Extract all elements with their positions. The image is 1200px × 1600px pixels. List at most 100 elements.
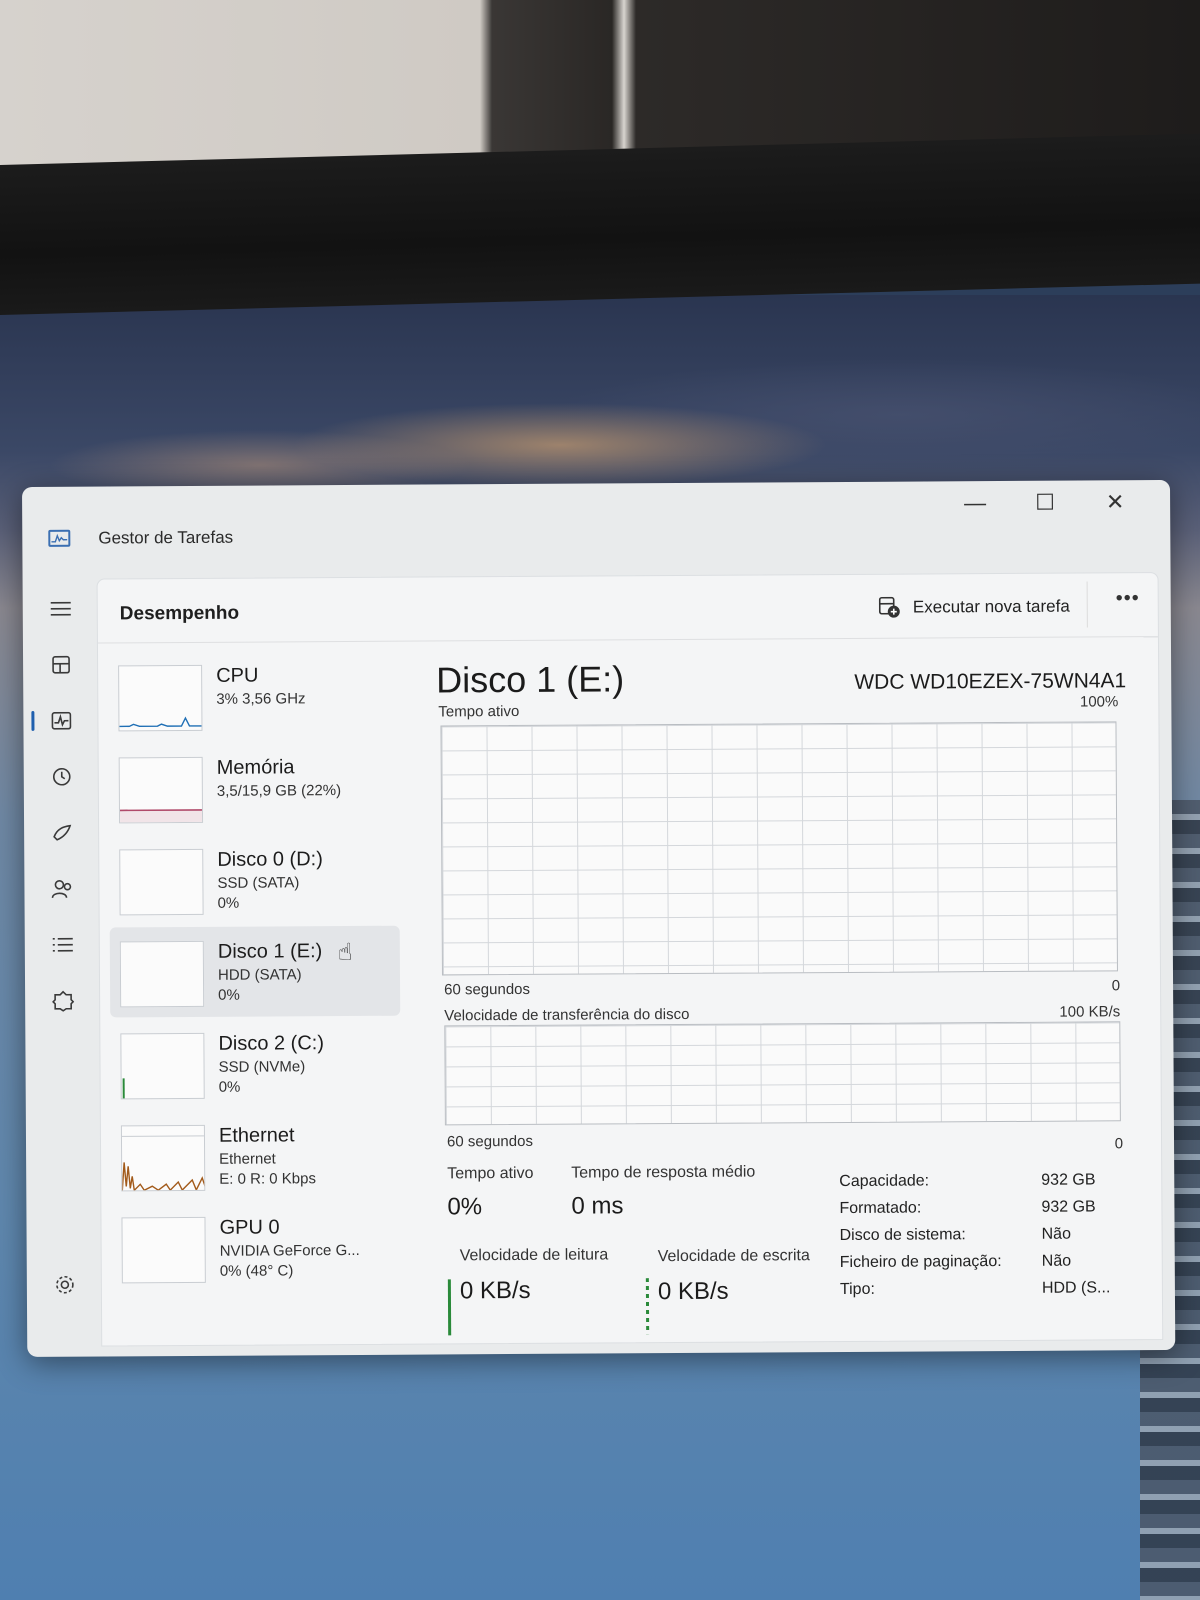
performance-page: Desempenho Executar nova tarefa ••• CPU … [96,572,1164,1347]
device-item-cpu[interactable]: CPU 3% 3,56 GHz [108,650,399,742]
run-task-icon [879,596,901,619]
property-value: 932 GB [1041,1198,1096,1216]
gpu-thumbnail [121,1216,206,1284]
nav-processes[interactable] [39,643,83,687]
page-title: Desempenho [119,602,240,625]
transfer-graph-timespan: 60 segundos [446,1132,533,1151]
nav-performance[interactable] [39,699,83,743]
navigation-rail [23,579,102,1357]
active-time-graph [440,721,1118,976]
device-detail: SSD (NVMe) [218,1058,306,1076]
performance-icon [51,711,72,730]
property-page-file: Ficheiro de paginação: Não [840,1252,1130,1280]
nav-services[interactable] [41,979,85,1023]
active-time-stat-value: 0% [447,1193,483,1221]
active-time-graph-label: Tempo ativo [438,702,520,721]
device-item-disk-1[interactable]: Disco 1 (E:) HDD (SATA) 0% ☝ [109,925,401,1018]
property-key: Capacidade: [839,1172,930,1191]
disk-0-thumbnail [119,848,204,916]
settings-button[interactable] [43,1263,87,1307]
device-name: Disco 0 (D:) [217,848,323,871]
property-key: Ficheiro de paginação: [839,1253,1002,1272]
nav-app-history[interactable] [40,755,84,799]
device-detail: HDD (SATA) [217,966,302,984]
disk-title: Disco 1 (E:) [436,658,625,701]
read-speed-value: 0 KB/s [459,1276,531,1305]
property-formatted: Formatado: 932 GB [839,1198,1129,1226]
device-detail: NVIDIA GeForce G... [219,1241,360,1260]
write-speed-indicator [645,1278,650,1335]
device-item-ethernet[interactable]: Ethernet Ethernet E: 0 R: 0 Kbps [111,1110,402,1202]
title-bar[interactable]: Gestor de Tarefas — ☐ ✕ [22,480,1171,579]
menu-icon [50,601,71,616]
close-icon: ✕ [1105,489,1125,515]
active-time-graph-max: 100% [1079,693,1119,711]
read-speed-label: Velocidade de leitura [459,1246,609,1265]
disk-detail-panel: Disco 1 (E:) WDC WD10EZEX-75WN4A1 Tempo … [428,637,1152,1341]
processes-icon [52,655,70,674]
disk-1-thumbnail [119,940,205,1008]
maximize-button[interactable]: ☐ [1010,481,1080,525]
device-name: Ethernet [218,1124,295,1147]
monitor-bezel [0,133,1200,315]
nav-startup[interactable] [40,811,84,855]
response-time-stat-value: 0 ms [571,1192,624,1220]
users-icon [51,879,72,899]
device-item-gpu[interactable]: GPU 0 NVIDIA GeForce G... 0% (48° C) [111,1202,402,1294]
property-key: Disco de sistema: [839,1226,966,1245]
active-time-stat-label: Tempo ativo [447,1164,534,1183]
hand-cursor-icon: ☝ [337,938,353,967]
device-usage: 0% [218,1078,241,1096]
run-new-task-button[interactable]: Executar nova tarefa [879,592,1070,623]
property-key: Tipo: [839,1280,875,1299]
property-value: Não [1041,1225,1071,1243]
minimize-button[interactable]: — [940,481,1010,525]
memory-thumbnail [118,756,204,824]
property-value: Não [1041,1252,1072,1270]
nav-users[interactable] [40,867,84,911]
close-button[interactable]: ✕ [1080,480,1150,524]
cpu-thumbnail [118,664,203,732]
device-usage: E: 0 R: 0 Kbps [219,1170,317,1188]
write-speed-value: 0 KB/s [657,1277,729,1306]
read-speed-indicator [447,1279,452,1336]
device-detail: SSD (SATA) [217,874,300,892]
menu-button[interactable] [39,587,83,631]
active-time-graph-min: 0 [1111,977,1121,995]
task-manager-window: Gestor de Tarefas — ☐ ✕ Desempenho Execu… [22,479,1176,1357]
transfer-graph-min: 0 [1114,1135,1124,1153]
maximize-icon: ☐ [1035,489,1056,515]
history-icon [52,767,71,786]
device-detail: 3,5/15,9 GB (22%) [216,782,342,800]
device-name: CPU [216,664,259,687]
startup-icon [53,824,72,841]
device-usage: 0% [217,894,240,912]
property-type: Tipo: HDD (S... [840,1279,1130,1307]
transfer-rate-graph [444,1021,1121,1126]
more-options-button[interactable]: ••• [1116,587,1140,610]
device-detail: 3% 3,56 GHz [216,690,306,708]
header-divider [1086,581,1088,628]
device-usage: 0% (48° C) [219,1262,294,1280]
disk-2-thumbnail [120,1032,205,1100]
disk-model: WDC WD10EZEX-75WN4A1 [854,669,1127,694]
device-item-memory[interactable]: Memória 3,5/15,9 GB (22%) [109,742,400,834]
active-time-graph-timespan: 60 segundos [444,980,531,999]
transfer-graph-label: Velocidade de transferência do disco [444,1005,690,1025]
device-name: Disco 2 (C:) [218,1032,325,1055]
device-detail: Ethernet [219,1150,276,1168]
response-time-stat-label: Tempo de resposta médio [571,1163,756,1182]
settings-icon [56,1275,74,1294]
device-item-disk-0[interactable]: Disco 0 (D:) SSD (SATA) 0% [109,834,400,926]
disk-properties: Capacidade: 932 GB Formatado: 932 GB Dis… [839,1171,1130,1298]
nav-details[interactable] [41,923,85,967]
property-value: HDD (S... [1041,1279,1111,1297]
ethernet-thumbnail [120,1124,206,1192]
services-icon [52,990,75,1012]
run-task-label: Executar nova tarefa [912,596,1070,617]
transfer-graph-max: 100 KB/s [1059,1003,1121,1021]
property-system-disk: Disco de sistema: Não [840,1225,1130,1253]
device-item-disk-2[interactable]: Disco 2 (C:) SSD (NVMe) 0% [110,1018,401,1110]
write-speed-label: Velocidade de escrita [657,1247,810,1266]
window-title: Gestor de Tarefas [98,527,234,548]
